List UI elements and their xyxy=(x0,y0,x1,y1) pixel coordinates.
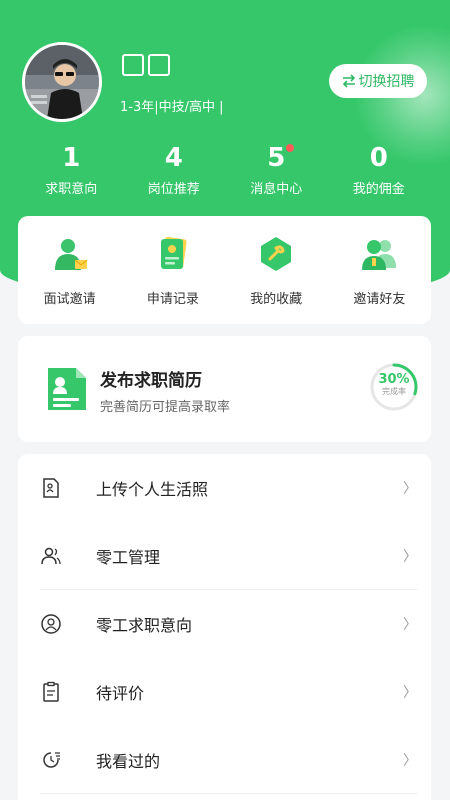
resume-document-icon xyxy=(48,368,86,410)
switch-recruit-button[interactable]: 切换招聘 xyxy=(329,64,427,98)
users-icon xyxy=(41,547,61,565)
favorites-icon xyxy=(261,237,292,271)
chevron-right-icon: 〉 xyxy=(403,549,417,565)
menu-item-viewed[interactable]: 我看过的 〉 xyxy=(18,726,431,794)
history-icon xyxy=(43,752,60,768)
name-glyph xyxy=(122,54,144,76)
quick-label: 我的收藏 xyxy=(250,292,303,307)
stat-value: 4 xyxy=(164,143,183,173)
menu-list: 上传个人生活照 〉 零工管理 〉 零工求职意向 〉 待评价 〉 我看过的 〉 xyxy=(18,454,431,800)
avatar[interactable] xyxy=(22,42,102,122)
quick-interview-invite[interactable]: 面试邀请 xyxy=(18,216,121,324)
switch-recruit-label: 切换招聘 xyxy=(358,74,415,90)
menu-label: 待评价 xyxy=(96,684,145,703)
menu-item-gig-intention[interactable]: 零工求职意向 〉 xyxy=(18,590,431,658)
menu-item-upload-photos[interactable]: 上传个人生活照 〉 xyxy=(18,454,431,522)
stat-value: 1 xyxy=(62,143,81,173)
stat-label: 我的佣金 xyxy=(352,182,405,197)
name-glyph xyxy=(148,54,170,76)
chevron-right-icon: 〉 xyxy=(403,481,417,497)
user-circle-icon xyxy=(41,614,61,634)
menu-label: 我看过的 xyxy=(96,752,161,771)
menu-label: 零工管理 xyxy=(96,548,161,567)
clipboard-icon xyxy=(43,681,59,702)
menu-label: 零工求职意向 xyxy=(96,616,193,635)
chevron-right-icon: 〉 xyxy=(403,685,417,701)
divider xyxy=(40,793,417,794)
completion-rate: 30% 完成率 xyxy=(368,361,420,413)
avatar-image xyxy=(25,45,99,119)
stat-value: 5 xyxy=(267,143,286,173)
chevron-right-icon: 〉 xyxy=(403,753,417,769)
quick-label: 面试邀请 xyxy=(43,292,96,307)
menu-item-pending-review[interactable]: 待评价 〉 xyxy=(18,658,431,726)
photo-document-icon xyxy=(43,478,59,498)
stat-messages[interactable]: 5 消息中心 xyxy=(225,142,328,197)
unread-dot xyxy=(286,144,294,152)
quick-application-record[interactable]: 申请记录 xyxy=(121,216,224,324)
quick-actions-card: 面试邀请 申请记录 我的收藏 邀请好友 xyxy=(18,216,431,324)
stat-label: 岗位推荐 xyxy=(147,182,200,197)
invite-friends-icon xyxy=(362,240,397,270)
resume-subtitle: 完善简历可提高录取率 xyxy=(100,400,231,415)
interview-icon xyxy=(54,239,87,270)
menu-label: 上传个人生活照 xyxy=(96,480,209,499)
quick-invite-friends[interactable]: 邀请好友 xyxy=(328,216,431,324)
stat-label: 求职意向 xyxy=(45,182,98,197)
stats-row: 1 求职意向 4 岗位推荐 5 消息中心 0 我的佣金 xyxy=(20,142,430,197)
stat-label: 消息中心 xyxy=(250,182,303,197)
stat-job-intention[interactable]: 1 求职意向 xyxy=(20,142,123,197)
stat-commission[interactable]: 0 我的佣金 xyxy=(328,142,431,197)
quick-label: 申请记录 xyxy=(146,292,199,307)
application-record-icon xyxy=(160,237,187,269)
quick-label: 邀请好友 xyxy=(353,292,406,307)
chevron-right-icon: 〉 xyxy=(403,617,417,633)
resume-title: 发布求职简历 xyxy=(100,371,202,391)
stat-value: 0 xyxy=(369,143,388,173)
completion-percent: 30% xyxy=(378,372,410,387)
stat-job-recommend[interactable]: 4 岗位推荐 xyxy=(123,142,226,197)
user-name[interactable] xyxy=(122,54,170,76)
profile-meta: 1-3年|中技/高中 | xyxy=(120,100,224,115)
menu-item-gig-management[interactable]: 零工管理 〉 xyxy=(18,522,431,590)
completion-caption: 完成率 xyxy=(382,387,406,396)
swap-icon xyxy=(342,74,355,88)
resume-card[interactable]: 发布求职简历 完善简历可提高录取率 30% 完成率 xyxy=(18,336,431,442)
quick-favorites[interactable]: 我的收藏 xyxy=(225,216,328,324)
